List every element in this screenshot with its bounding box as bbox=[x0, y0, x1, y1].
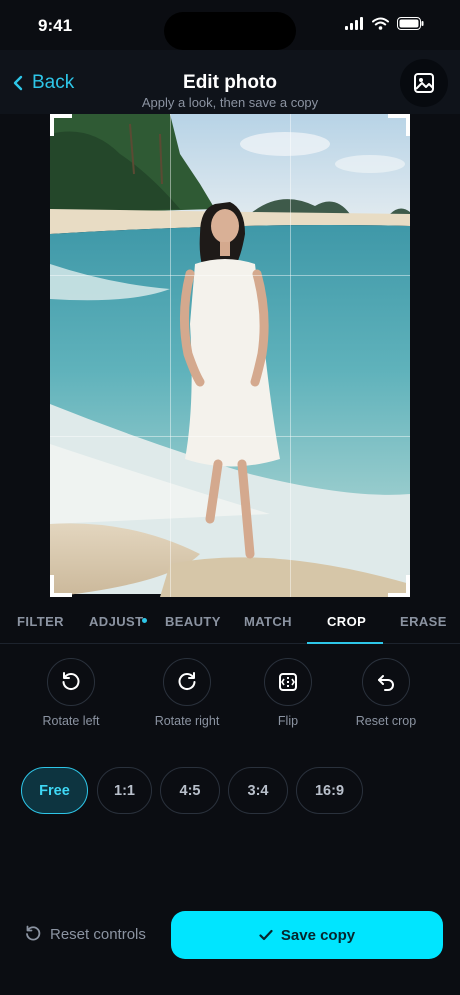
reset-controls-label: Reset controls bbox=[50, 925, 146, 943]
crop-grid-line bbox=[170, 114, 171, 597]
image-icon bbox=[414, 73, 434, 93]
ratio-chip-free[interactable]: Free bbox=[21, 767, 88, 814]
tab-crop[interactable]: CROP bbox=[327, 614, 366, 629]
crop-handle-bottom-right[interactable] bbox=[388, 575, 410, 597]
tab-erase[interactable]: ERASE bbox=[400, 614, 447, 629]
rotate-right-button[interactable]: Rotate right bbox=[132, 658, 242, 728]
save-copy-label: Save copy bbox=[280, 926, 356, 944]
adjust-indicator-dot bbox=[142, 618, 147, 623]
tab-filter[interactable]: FILTER bbox=[17, 614, 64, 629]
crop-grid-line bbox=[50, 436, 410, 437]
reset-controls-button[interactable]: Reset controls bbox=[24, 925, 146, 943]
crop-handle-top-right[interactable] bbox=[388, 114, 410, 136]
reset-icon bbox=[26, 925, 41, 941]
flip-icon bbox=[264, 658, 312, 706]
crop-grid-line bbox=[290, 114, 291, 597]
active-tab-indicator bbox=[307, 642, 383, 644]
status-time: 9:41 bbox=[38, 16, 73, 35]
beach-photo bbox=[50, 114, 410, 597]
save-copy-button[interactable]: Save copy bbox=[171, 911, 443, 959]
rotate-left-icon bbox=[47, 658, 95, 706]
ratio-chip-3-4[interactable]: 3:4 bbox=[228, 767, 288, 814]
dynamic-island bbox=[164, 12, 296, 50]
ratio-chip-16-9[interactable]: 16:9 bbox=[296, 767, 363, 814]
reset-crop-button[interactable]: Reset crop bbox=[331, 658, 441, 728]
crop-handle-bottom-left[interactable] bbox=[50, 575, 72, 597]
rotate-right-label: Rotate right bbox=[154, 714, 220, 728]
ratio-chip-4-5[interactable]: 4:5 bbox=[160, 767, 220, 814]
checkmark-icon bbox=[259, 929, 273, 941]
tab-match[interactable]: MATCH bbox=[244, 614, 292, 629]
rotate-right-icon bbox=[163, 658, 211, 706]
battery-icon bbox=[397, 17, 424, 30]
tab-adjust[interactable]: ADJUST bbox=[89, 614, 143, 629]
status-icons bbox=[345, 17, 424, 30]
reset-crop-label: Reset crop bbox=[355, 714, 417, 728]
photo-preview[interactable] bbox=[50, 114, 410, 597]
undo-icon bbox=[362, 658, 410, 706]
wifi-icon bbox=[372, 17, 389, 30]
crop-grid-line bbox=[50, 275, 410, 276]
ratio-chip-1-1[interactable]: 1:1 bbox=[97, 767, 152, 814]
crop-handle-top-left[interactable] bbox=[50, 114, 72, 136]
flip-label: Flip bbox=[277, 714, 299, 728]
rotate-left-label: Rotate left bbox=[42, 714, 100, 728]
rotate-left-button[interactable]: Rotate left bbox=[16, 658, 126, 728]
gallery-button[interactable] bbox=[400, 59, 448, 107]
page-subtitle: Apply a look, then save a copy bbox=[141, 95, 319, 110]
tool-tabs: FILTER ADJUST BEAUTY MATCH CROP ERASE bbox=[0, 600, 460, 644]
page-title: Edit photo bbox=[183, 72, 277, 93]
tab-beauty[interactable]: BEAUTY bbox=[165, 614, 221, 629]
flip-button[interactable]: Flip bbox=[233, 658, 343, 728]
signal-icon bbox=[345, 17, 363, 30]
